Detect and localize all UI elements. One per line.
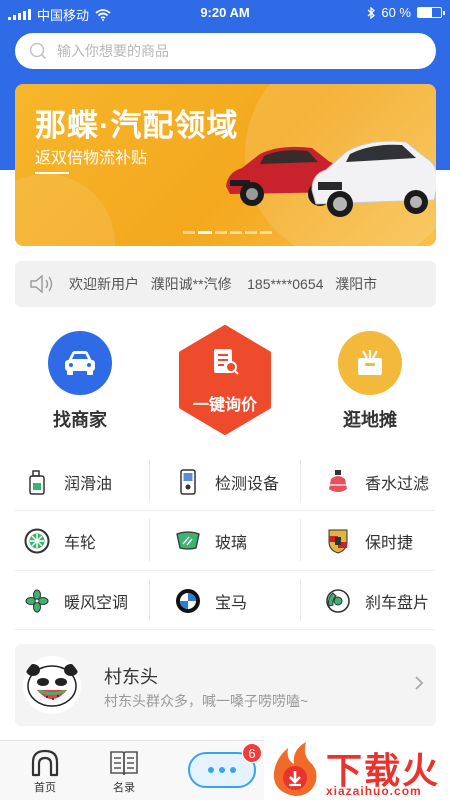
windshield-icon xyxy=(175,528,201,554)
community-description: 村东头群众多，喊一嗓子唠唠嗑~ xyxy=(104,693,309,709)
find-merchant-label: 找商家 xyxy=(53,410,107,430)
cars-image xyxy=(226,140,436,217)
community-title: 村东头 xyxy=(104,667,158,687)
tab-directory-label: 名录 xyxy=(113,782,135,794)
diagnostic-device-icon xyxy=(175,468,201,495)
category-diagnostic-equipment[interactable]: 检测设备 xyxy=(151,452,301,511)
battery-icon xyxy=(417,7,445,18)
speaker-icon xyxy=(30,274,53,294)
category-label: 润滑油 xyxy=(64,475,113,493)
tab-home[interactable]: 首页 xyxy=(15,741,75,795)
watermark: 下载火 xiazaihuo.com xyxy=(264,738,450,800)
promo-banner[interactable]: 那蝶·汽配领域 返双倍物流补贴 xyxy=(15,84,436,246)
find-merchant-button[interactable]: 找商家 xyxy=(40,331,120,432)
watermark-url: xiazaihuo.com xyxy=(326,784,422,798)
search-bar[interactable] xyxy=(15,33,436,69)
inquiry-document-icon xyxy=(214,349,239,375)
chevron-right-icon xyxy=(415,676,424,690)
category-wheels[interactable]: 车轮 xyxy=(0,511,150,570)
porsche-logo-icon xyxy=(325,528,351,554)
one-click-inquiry-button[interactable]: 一键询价 xyxy=(175,325,275,435)
tab-directory[interactable]: 名录 xyxy=(94,741,154,795)
category-perfume-filter[interactable]: 香水过滤 xyxy=(301,452,450,511)
category-brake-disc[interactable]: 刹车盘片 xyxy=(301,571,450,630)
inquiry-label: 一键询价 xyxy=(192,397,257,414)
community-card[interactable]: 村东头 村东头群众多，喊一嗓子唠唠嗑~ xyxy=(15,644,436,726)
notice-bar: 欢迎新用户 濮阳诚**汽修 185****0654 濮阳市 xyxy=(15,261,436,307)
book-icon xyxy=(110,751,138,776)
message-badge: 6 xyxy=(242,743,262,763)
bmw-logo-icon xyxy=(175,588,201,614)
category-porsche[interactable]: 保时捷 xyxy=(301,511,450,570)
fan-icon xyxy=(24,588,50,614)
category-label: 检测设备 xyxy=(215,475,280,493)
wheel-icon xyxy=(24,528,50,554)
search-icon xyxy=(29,42,47,60)
battery-percent: 60 % xyxy=(381,5,411,20)
market-button[interactable]: 逛地摊 xyxy=(330,331,410,432)
home-icon xyxy=(31,749,59,777)
flame-logo-icon xyxy=(273,742,317,796)
market-label: 逛地摊 xyxy=(343,410,397,430)
basket-icon xyxy=(338,331,402,395)
category-lubricant-oil[interactable]: 润滑油 xyxy=(0,452,150,511)
category-heater-ac[interactable]: 暖风空调 xyxy=(0,571,150,630)
category-label: 宝马 xyxy=(215,594,248,612)
perfume-bottle-icon xyxy=(325,469,351,495)
hexagon-shape xyxy=(179,325,271,435)
status-bar: 中国移动 9:20 AM 60 % xyxy=(0,0,450,26)
brake-disc-icon xyxy=(325,588,351,614)
tab-home-label: 首页 xyxy=(34,782,56,794)
notice-text: 欢迎新用户 濮阳诚**汽修 185****0654 濮阳市 xyxy=(69,276,378,292)
oil-bottle-icon xyxy=(24,469,50,495)
category-label: 玻璃 xyxy=(215,534,248,552)
category-label: 保时捷 xyxy=(365,534,414,552)
avatar xyxy=(23,656,81,714)
category-label: 车轮 xyxy=(64,534,97,552)
carousel-indicator xyxy=(183,231,272,234)
banner-subtitle: 返双倍物流补贴 xyxy=(35,150,148,167)
banner-title: 那蝶·汽配领域 xyxy=(35,108,239,143)
bluetooth-icon xyxy=(367,6,376,19)
category-bmw[interactable]: 宝马 xyxy=(151,571,301,630)
category-label: 暖风空调 xyxy=(64,594,129,612)
search-input[interactable] xyxy=(57,43,397,59)
car-icon xyxy=(48,331,112,395)
category-label: 刹车盘片 xyxy=(365,594,430,612)
category-label: 香水过滤 xyxy=(365,475,430,493)
category-glass[interactable]: 玻璃 xyxy=(151,511,301,570)
